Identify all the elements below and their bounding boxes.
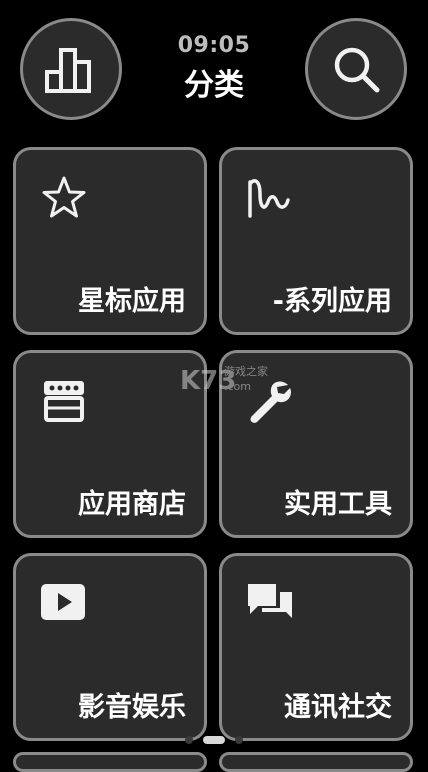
signature-icon — [248, 179, 290, 218]
tile-series-apps[interactable]: -系列应用 — [219, 147, 413, 335]
play-icon — [41, 584, 85, 620]
tile-social-communication[interactable]: 通讯社交 — [219, 553, 413, 741]
tile-label: -系列应用 — [272, 286, 392, 317]
tile-utilities[interactable]: 实用工具 — [219, 350, 413, 538]
page-dot-active — [203, 736, 225, 744]
tile-label: 星标应用 — [78, 286, 186, 317]
tile-media-entertainment[interactable]: 影音娱乐 — [13, 553, 207, 741]
tile-label: 实用工具 — [284, 489, 392, 520]
search-button[interactable] — [305, 18, 407, 120]
tile-label: 通讯社交 — [284, 692, 392, 723]
page-dot — [235, 736, 243, 744]
page-indicator — [0, 734, 428, 746]
tile-starred-apps[interactable]: 星标应用 — [13, 147, 207, 335]
search-icon — [334, 47, 380, 93]
chat-icon — [248, 584, 292, 618]
tile-label: 影音娱乐 — [78, 692, 186, 723]
tile-app-store[interactable]: 应用商店 — [13, 350, 207, 538]
tile-next-row-peek[interactable] — [13, 752, 207, 772]
star-icon — [42, 176, 86, 218]
store-icon — [44, 381, 84, 422]
wrench-icon — [250, 381, 291, 423]
tile-label: 应用商店 — [78, 489, 186, 520]
tile-next-row-peek[interactable] — [219, 752, 413, 772]
page-dot — [185, 736, 193, 744]
